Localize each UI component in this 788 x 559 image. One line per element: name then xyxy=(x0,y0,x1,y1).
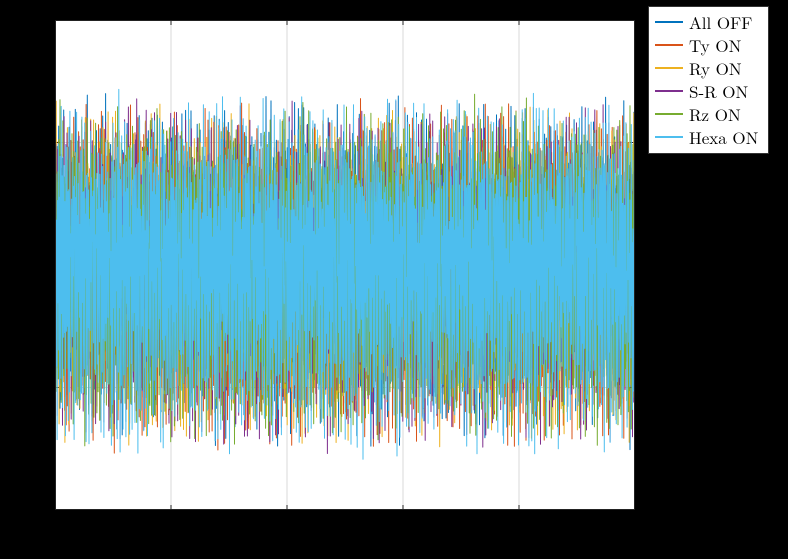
legend-entry-hexa-on: Hexa ON xyxy=(655,126,758,149)
legend-label: S-R ON xyxy=(689,80,748,103)
chart-container: All OFF Ty ON Ry ON S-R ON Rz ON Hexa ON xyxy=(0,0,788,559)
plot-lines xyxy=(55,20,635,510)
legend-entry-ty-on: Ty ON xyxy=(655,34,758,57)
legend-entry-sr-on: S-R ON xyxy=(655,80,758,103)
legend-swatch xyxy=(655,67,683,69)
legend-label: Ry ON xyxy=(689,57,742,80)
legend: All OFF Ty ON Ry ON S-R ON Rz ON Hexa ON xyxy=(648,6,769,154)
legend-label: Hexa ON xyxy=(689,126,758,149)
plot-axes xyxy=(55,20,635,510)
legend-entry-rz-on: Rz ON xyxy=(655,103,758,126)
legend-entry-all-off: All OFF xyxy=(655,11,758,34)
legend-swatch xyxy=(655,44,683,46)
legend-entry-ry-on: Ry ON xyxy=(655,57,758,80)
legend-swatch xyxy=(655,21,683,23)
legend-swatch xyxy=(655,90,683,92)
legend-swatch xyxy=(655,113,683,115)
legend-label: Ty ON xyxy=(689,34,741,57)
legend-swatch xyxy=(655,136,683,138)
legend-label: All OFF xyxy=(689,11,752,34)
legend-label: Rz ON xyxy=(689,103,741,126)
